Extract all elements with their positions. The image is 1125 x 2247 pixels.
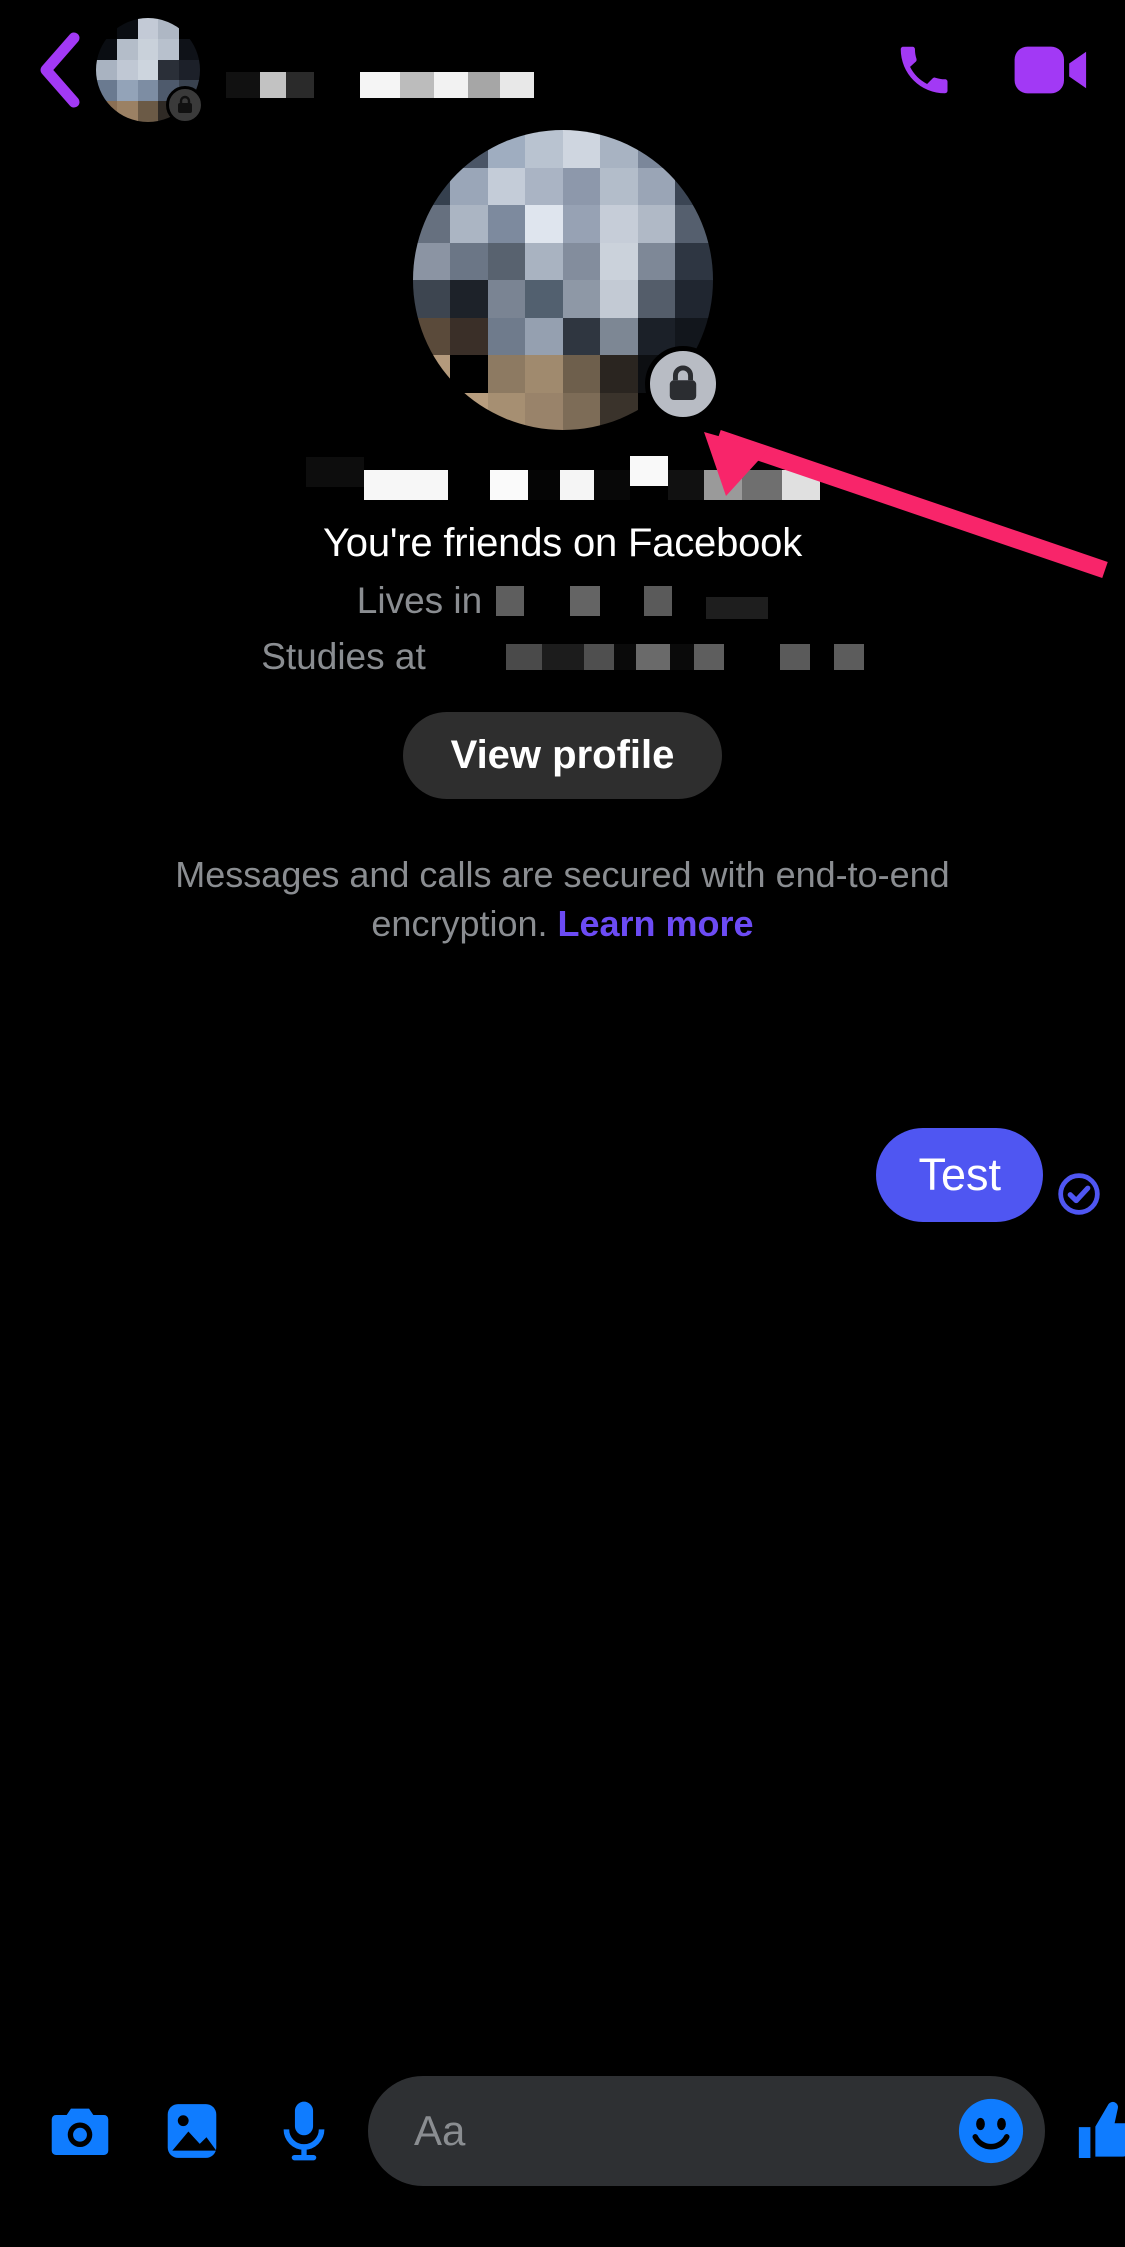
chat-header <box>0 0 1125 140</box>
message-bubble[interactable]: Test <box>876 1128 1043 1222</box>
microphone-button[interactable] <box>248 2079 360 2183</box>
chevron-left-icon <box>40 32 80 108</box>
redacted-name-block <box>500 72 534 98</box>
redacted-name-block <box>363 470 448 500</box>
redacted-name-block <box>527 470 560 500</box>
redacted-detail-value <box>482 583 769 619</box>
redacted-name-block <box>781 470 820 500</box>
camera-button[interactable] <box>24 2079 136 2183</box>
message-input-container[interactable] <box>368 2076 1045 2186</box>
redacted-name-block <box>667 470 704 500</box>
composer-toolbar <box>0 2061 1125 2247</box>
profile-intro-block: You're friends on Facebook Lives in Stud… <box>0 130 1125 948</box>
profile-name <box>0 456 1125 514</box>
header-actions <box>891 34 1099 106</box>
redacted-name-block <box>447 470 490 500</box>
emoji-button[interactable] <box>955 2095 1027 2167</box>
redacted-name-block <box>629 456 668 486</box>
redacted-name-block <box>593 470 630 500</box>
redacted-name-block <box>468 72 500 98</box>
message-input[interactable] <box>414 2107 955 2155</box>
smiley-icon <box>958 2098 1024 2164</box>
header-avatar[interactable] <box>96 18 204 124</box>
lock-icon <box>669 365 696 401</box>
image-icon <box>167 2104 217 2158</box>
profile-avatar-wrap[interactable] <box>412 130 721 430</box>
redacted-name-block <box>703 470 742 500</box>
redacted-name-block <box>226 72 260 98</box>
back-button[interactable] <box>26 30 92 110</box>
video-camera-icon <box>1014 46 1087 94</box>
redacted-name-block <box>260 72 286 98</box>
profile-relationship-text: You're friends on Facebook <box>322 521 803 565</box>
thumbs-up-icon <box>1078 2101 1125 2158</box>
encryption-notice: Messages and calls are secured with end-… <box>98 851 1028 948</box>
header-contact-name[interactable] <box>226 18 891 122</box>
like-button[interactable] <box>1053 2079 1125 2183</box>
messenger-chat-screen: You're friends on Facebook Lives in Stud… <box>0 0 1125 2247</box>
learn-more-link[interactable]: Learn more <box>558 903 754 944</box>
lock-icon <box>178 95 192 113</box>
redacted-name-block <box>360 72 400 98</box>
redacted-name-block <box>489 470 528 500</box>
microphone-icon <box>283 2101 325 2161</box>
view-profile-button[interactable]: View profile <box>402 712 723 799</box>
phone-icon <box>900 46 948 94</box>
redacted-name-block <box>434 72 468 98</box>
redacted-name-block <box>314 72 360 98</box>
camera-icon <box>51 2108 109 2155</box>
check-circle-icon <box>1058 1172 1100 1215</box>
video-call-button[interactable] <box>1011 34 1091 106</box>
profile-avatar-lock-badge <box>644 346 721 422</box>
redacted-name-block <box>305 457 364 487</box>
redacted-name-block <box>400 72 434 98</box>
profile-detail-studies-at: Studies at <box>0 636 1125 678</box>
profile-detail-lives-in: Lives in <box>0 580 1125 622</box>
redacted-name-block <box>559 470 594 500</box>
header-avatar-lock-badge <box>166 86 204 124</box>
message-row-outgoing: Test <box>876 1128 1101 1222</box>
detail-label: Studies at <box>261 636 426 677</box>
gallery-button[interactable] <box>136 2079 248 2183</box>
redacted-detail-value <box>426 644 864 670</box>
redacted-name-block <box>286 72 314 98</box>
detail-label: Lives in <box>356 580 483 621</box>
redacted-name-block <box>741 470 782 500</box>
audio-call-button[interactable] <box>891 34 957 106</box>
